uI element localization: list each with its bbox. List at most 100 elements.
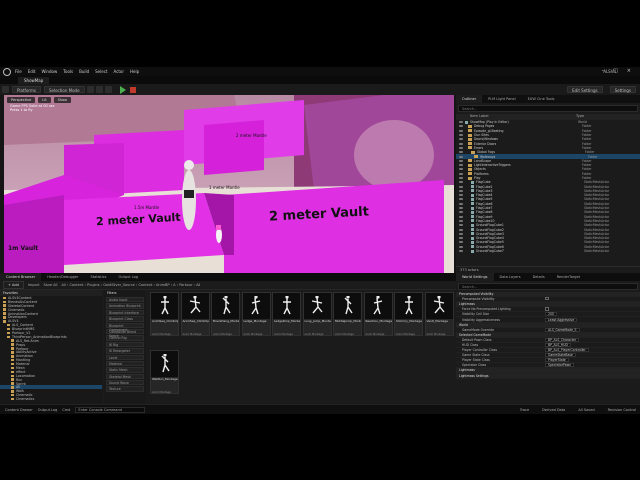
visibility-eye-icon[interactable] <box>459 121 463 124</box>
visibility-eye-icon[interactable] <box>459 224 463 227</box>
tab-cine-tools[interactable]: EUW Cine Tools <box>522 95 561 103</box>
menu-select[interactable]: Select <box>95 69 107 74</box>
save-icon[interactable] <box>2 86 9 93</box>
import-button[interactable]: Import <box>28 283 40 287</box>
visibility-eye-icon[interactable] <box>459 219 463 222</box>
tab-header-debugger[interactable]: Header/Debugger <box>41 273 84 281</box>
menu-tools[interactable]: Tools <box>63 69 73 74</box>
visibility-eye-icon[interactable] <box>459 198 463 201</box>
visibility-eye-icon[interactable] <box>459 177 463 179</box>
outliner-search-input[interactable]: Search... <box>458 105 638 112</box>
asset-tile[interactable]: WallRun_Montage Anim Montage <box>150 350 179 394</box>
property-value[interactable]: SpectatorPawn <box>545 363 575 368</box>
visibility-eye-icon[interactable] <box>459 134 463 137</box>
tab-output-log[interactable]: Output Log <box>112 273 144 281</box>
visibility-eye-icon[interactable] <box>459 241 463 244</box>
tab-details[interactable]: Details <box>527 273 551 281</box>
breadcrumb-item[interactable]: Content <box>138 283 152 287</box>
menu-file[interactable]: File <box>15 69 22 74</box>
close-icon[interactable]: × <box>627 68 631 74</box>
tab-data-layers[interactable]: Data Layers <box>494 273 527 281</box>
tab-outliner[interactable]: Outliner <box>456 95 483 103</box>
visibility-eye-icon[interactable] <box>459 245 463 248</box>
tab-statistics[interactable]: Statistics <box>84 273 112 281</box>
asset-tile[interactable]: AnimSeq_ClimbUp_Montage_Rev_LipBand_Up An… <box>180 292 210 336</box>
visibility-eye-icon[interactable] <box>459 232 463 235</box>
unreal-logo-icon[interactable] <box>3 67 11 76</box>
details-section[interactable]: Lightmass Settings <box>456 373 640 379</box>
property-value[interactable]: Least Aggressive <box>545 317 578 322</box>
menu-actor[interactable]: Actor <box>113 69 124 74</box>
filter-item[interactable]: Static Mesh <box>106 367 144 373</box>
details-search-input[interactable]: Search... <box>458 283 638 290</box>
asset-tile[interactable]: AnimSeq_ClimbUp_Frm_Set_Long_Montage Anim… <box>150 292 179 336</box>
maximize-icon[interactable]: □ <box>613 68 618 74</box>
outliner-row[interactable]: GroundFlagCube7 StaticMeshActor <box>456 249 640 253</box>
filter-item[interactable]: Audio Input <box>106 297 144 303</box>
perspective-button[interactable]: Perspective <box>7 96 36 103</box>
derived-data-button[interactable]: Derived Data <box>542 408 565 412</box>
level-viewport[interactable]: 2 meter Vault 2 meter Vault 1m Vault 1 m… <box>4 95 454 273</box>
breadcrumb-item[interactable]: Plugins <box>87 283 100 287</box>
filter-item[interactable]: Animation Blueprint <box>106 303 144 309</box>
edit-settings-button[interactable]: Edit Settings <box>567 86 603 93</box>
breadcrumb-item[interactable]: AnimBP <box>156 283 170 287</box>
menu-edit[interactable]: Edit <box>28 69 36 74</box>
minimize-icon[interactable]: – <box>602 68 605 74</box>
visibility-eye-icon[interactable] <box>459 172 463 175</box>
menu-build[interactable]: Build <box>79 69 89 74</box>
breadcrumb-item[interactable]: GoldSilver_Source <box>103 283 135 287</box>
breadcrumb[interactable]: All › Content › Plugins › GoldSilver_Sou… <box>62 283 201 287</box>
asset-tile[interactable]: Vault_Montage Anim Montage <box>424 292 454 336</box>
property-value[interactable]: GameStateBase <box>545 353 576 358</box>
filter-item[interactable]: Texture <box>106 386 144 392</box>
visibility-eye-icon[interactable] <box>459 207 463 210</box>
visibility-eye-icon[interactable] <box>459 146 463 149</box>
trace-button[interactable]: Trace <box>520 408 529 412</box>
play-icon[interactable] <box>119 85 126 94</box>
all-saved-status[interactable]: All Saved <box>578 408 594 412</box>
filter-item[interactable]: Blueprint Class <box>106 316 144 322</box>
filter-item[interactable]: Blueprint Interface <box>106 309 144 316</box>
visibility-eye-icon[interactable] <box>459 129 463 132</box>
asset-tile[interactable]: Long_Jump_Montage Anim Montage <box>302 292 332 336</box>
revision-control-button[interactable]: Revision Control <box>608 408 636 412</box>
property-checkbox[interactable] <box>545 296 549 301</box>
show-button[interactable]: Show <box>53 96 72 103</box>
cinematics-icon[interactable] <box>104 86 112 93</box>
save-all-button[interactable]: Save All <box>43 283 57 287</box>
lit-button[interactable]: Lit <box>38 96 51 103</box>
visibility-eye-icon[interactable] <box>459 211 463 214</box>
property-value[interactable]: ALS_GameMode_S <box>545 327 580 332</box>
filter-item[interactable]: Composite Blend Space <box>106 328 144 338</box>
visibility-eye-icon[interactable] <box>459 168 463 171</box>
menu-window[interactable]: Window <box>41 69 57 74</box>
visibility-eye-icon[interactable] <box>459 159 463 162</box>
breadcrumb-item[interactable]: Ali <box>196 283 200 287</box>
platforms-button[interactable]: Platforms <box>12 86 41 93</box>
stop-icon[interactable] <box>129 86 136 93</box>
level-tab[interactable]: ShowMap <box>18 77 50 84</box>
property-checkbox[interactable] <box>545 307 549 311</box>
asset-tile[interactable]: LedgeDrop_Montage Anim Montage <box>272 292 301 336</box>
filter-item[interactable]: IK Rig <box>106 341 144 348</box>
asset-tile[interactable]: Ledge_Montage Anim Montage <box>241 292 271 336</box>
visibility-eye-icon[interactable] <box>459 215 463 218</box>
visibility-eye-icon[interactable] <box>459 151 463 154</box>
property-value[interactable]: 200 <box>545 312 557 317</box>
visibility-eye-icon[interactable] <box>459 138 463 141</box>
asset-tile[interactable]: Reaction_Montage Anim Montage <box>363 292 393 336</box>
folder-tree-item[interactable]: Cinematics <box>0 397 102 401</box>
asset-tile[interactable]: Shimmy_Montage Anim Montage <box>394 292 423 336</box>
visibility-eye-icon[interactable] <box>459 164 463 167</box>
visibility-eye-icon[interactable] <box>459 202 463 205</box>
visibility-eye-icon[interactable] <box>459 194 463 197</box>
tab-content-browser[interactable]: Content Browser <box>0 273 42 281</box>
filter-item[interactable]: IK Retargeter <box>106 348 144 354</box>
tab-light-panel[interactable]: PLM Light Panel <box>482 95 521 103</box>
tab-render-target[interactable]: RenderTarget <box>551 273 586 281</box>
filter-item[interactable]: Blueprint Component <box>106 322 144 332</box>
add-button[interactable]: + Add <box>3 281 24 289</box>
visibility-eye-icon[interactable] <box>459 155 463 158</box>
cmd-label[interactable]: Cmd <box>62 408 70 412</box>
